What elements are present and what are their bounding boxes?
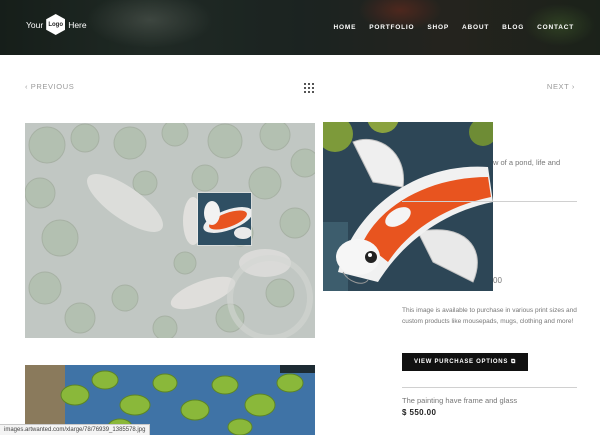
site-logo[interactable]: Your Logo Here bbox=[26, 14, 87, 35]
purchase-info-text: This image is available to purchase in v… bbox=[402, 307, 577, 325]
nav-blog[interactable]: BLOG bbox=[502, 24, 524, 31]
next-link[interactable]: NEXT › bbox=[547, 82, 575, 91]
artwork-description: w of a pond, life and bbox=[493, 158, 561, 167]
nav-contact[interactable]: CONTACT bbox=[537, 24, 574, 31]
grid-icon[interactable] bbox=[304, 83, 314, 93]
nav-about[interactable]: ABOUT bbox=[462, 24, 489, 31]
zoom-preview bbox=[323, 122, 493, 291]
view-purchase-options-button[interactable]: VIEW PURCHASE OPTIONS ⧉ bbox=[402, 353, 528, 371]
magnifier-lens[interactable] bbox=[197, 192, 252, 246]
browser-status-url: images.artwanted.com/xlarge/78/76939_138… bbox=[0, 424, 151, 435]
buy-button-label: VIEW PURCHASE OPTIONS bbox=[413, 359, 509, 365]
chevron-right-icon: › bbox=[571, 82, 575, 91]
logo-left-text: Your bbox=[26, 19, 44, 30]
site-header: Your Logo Here HOME PORTFOLIO SHOP ABOUT… bbox=[0, 0, 600, 55]
koi-closeup bbox=[323, 122, 493, 291]
nav-shop[interactable]: SHOP bbox=[427, 24, 449, 31]
nav-portfolio[interactable]: PORTFOLIO bbox=[369, 24, 414, 31]
frame-note: The painting have frame and glass bbox=[402, 396, 518, 405]
divider bbox=[402, 387, 577, 388]
logo-hexagon-icon: Logo bbox=[46, 14, 66, 35]
previous-link[interactable]: ‹ PREVIOUS bbox=[25, 82, 74, 91]
nav-home[interactable]: HOME bbox=[334, 24, 357, 31]
price-partial: 00 bbox=[493, 276, 502, 285]
main-nav: HOME PORTFOLIO SHOP ABOUT BLOG CONTACT bbox=[334, 24, 574, 31]
image-fade-overlay bbox=[25, 123, 315, 338]
divider bbox=[402, 201, 577, 202]
previous-label: PREVIOUS bbox=[30, 82, 75, 91]
artwork-image[interactable] bbox=[25, 123, 315, 338]
chevron-left-icon: ‹ bbox=[25, 82, 29, 91]
next-label: NEXT bbox=[546, 82, 570, 91]
price: $ 550.00 bbox=[402, 408, 437, 417]
logo-right-text: Here bbox=[68, 19, 87, 30]
logo-center-text: Logo bbox=[48, 21, 64, 28]
external-link-icon: ⧉ bbox=[511, 358, 517, 365]
